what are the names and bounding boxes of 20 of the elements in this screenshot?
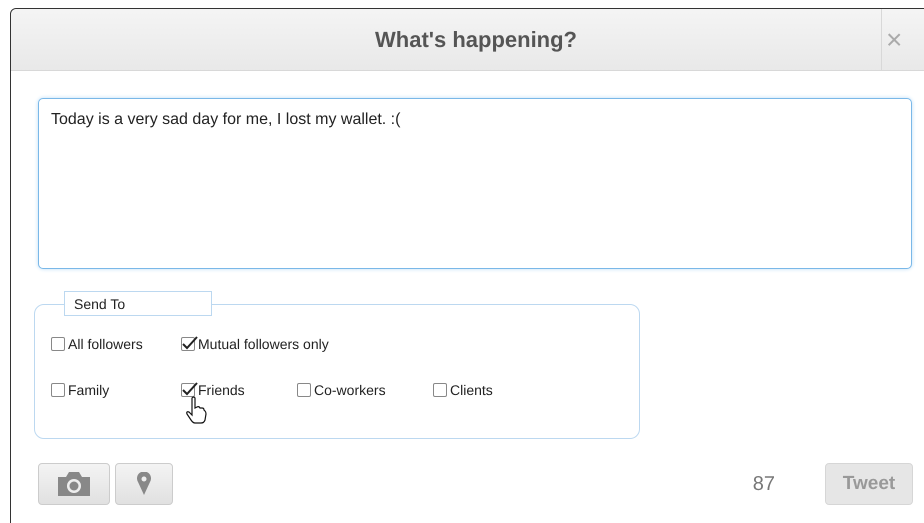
checkbox-label[interactable]: Co-workers [314,382,386,398]
send-to-legend: Send To [64,291,212,316]
character-counter: 87 [752,472,775,496]
checkbox-label[interactable]: Mutual followers only [198,336,329,352]
dialog-title: What's happening? [374,26,578,54]
checkbox[interactable] [297,383,311,397]
checkbox-label[interactable]: Family [68,382,110,398]
checkbox[interactable] [433,383,447,397]
checkbox[interactable] [181,383,195,397]
map-pin-icon [137,472,151,496]
checkbox[interactable] [51,337,65,351]
camera-button[interactable] [38,463,110,505]
checkbox[interactable] [51,383,65,397]
checkbox-label[interactable]: All followers [68,336,143,352]
camera-icon [56,471,92,497]
message-field[interactable]: Today is a very sad day for me, I lost my wallet. :( [38,98,912,269]
checkbox-label[interactable]: Clients [450,382,493,398]
checkbox-label[interactable]: Friends [198,382,245,398]
location-button[interactable] [115,463,173,505]
checkbox[interactable] [181,337,195,351]
